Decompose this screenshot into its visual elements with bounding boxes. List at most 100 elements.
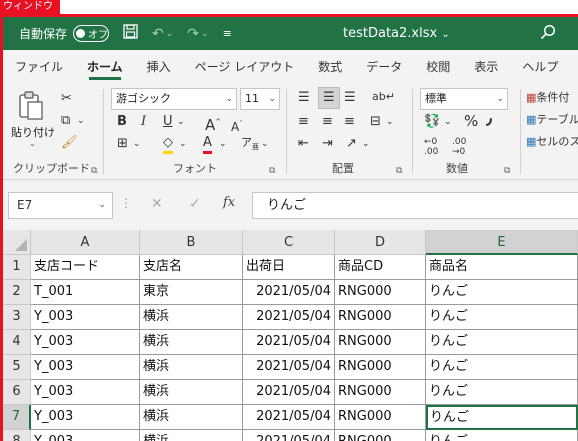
tab-view[interactable]: 表示 <box>462 50 510 85</box>
column-header-a[interactable]: A <box>31 230 140 255</box>
clipboard-launcher-icon[interactable]: ⧉ <box>91 166 97 176</box>
row-header[interactable]: 4 <box>3 330 31 355</box>
table-cell[interactable]: 2021/05/04 <box>243 305 335 330</box>
file-name[interactable]: testData2.xlsx ⌄ <box>343 26 450 41</box>
italic-icon[interactable]: I <box>141 114 146 130</box>
table-cell[interactable]: 商品CD <box>335 255 426 280</box>
table-cell[interactable]: 東京 <box>140 280 243 305</box>
font-color-dropdown-icon[interactable]: ⌄ <box>219 136 227 152</box>
underline-icon[interactable]: U <box>163 114 173 130</box>
paste-icon[interactable] <box>17 91 45 126</box>
number-launcher-icon[interactable]: ⧉ <box>504 166 510 176</box>
row-header[interactable]: 3 <box>3 305 31 330</box>
search-icon[interactable] <box>540 24 556 44</box>
align-center-icon[interactable]: ≡ <box>322 114 333 130</box>
redo-dropdown-icon[interactable]: ⌄ <box>201 29 209 39</box>
undo-icon[interactable]: ↶ <box>152 26 164 42</box>
tab-formulas[interactable]: 数式 <box>306 50 354 85</box>
copy-icon[interactable]: ⧉ <box>61 113 70 129</box>
table-cell[interactable]: りんご <box>426 305 578 330</box>
table-cell[interactable]: 商品名 <box>426 255 578 280</box>
column-header-e[interactable]: E <box>426 230 578 255</box>
align-top-icon[interactable]: ☰ <box>298 90 310 106</box>
table-cell[interactable]: 2021/05/04 <box>243 280 335 305</box>
undo-dropdown-icon[interactable]: ⌄ <box>166 29 174 39</box>
font-color-icon[interactable]: A <box>203 135 212 154</box>
tab-review[interactable]: 校閲 <box>414 50 462 85</box>
cancel-icon[interactable]: ✕ <box>151 196 163 212</box>
table-cell[interactable]: RNG000 <box>335 330 426 355</box>
orientation-icon[interactable]: ↗ <box>346 136 357 152</box>
table-cell[interactable]: Y_003 <box>31 380 140 405</box>
table-cell[interactable]: りんご <box>426 280 578 305</box>
table-cell[interactable]: 支店名 <box>140 255 243 280</box>
orientation-dropdown-icon[interactable]: ⌄ <box>362 136 370 152</box>
table-cell[interactable]: 横浜 <box>140 405 243 430</box>
table-cell[interactable]: Y_003 <box>31 305 140 330</box>
number-format-select[interactable]: 標準 ⌄ <box>420 88 508 110</box>
active-cell[interactable]: りんご <box>426 405 578 430</box>
phonetic-guide-icon[interactable]: ア亜 <box>241 135 259 155</box>
wrap-text-icon[interactable]: ab↵ <box>372 89 395 105</box>
font-shrink-icon[interactable]: Aˇ <box>231 116 243 135</box>
table-cell[interactable]: RNG000 <box>335 380 426 405</box>
table-cell[interactable]: RNG000 <box>335 405 426 430</box>
table-cell[interactable]: 2021/05/04 <box>243 330 335 355</box>
tab-file[interactable]: ファイル <box>3 50 75 85</box>
table-cell[interactable]: Y_003 <box>31 355 140 380</box>
alignment-launcher-icon[interactable]: ⧉ <box>396 166 402 176</box>
table-cell[interactable]: 2021/05/04 <box>243 380 335 405</box>
font-grow-icon[interactable]: A^ <box>205 114 221 133</box>
decrease-indent-icon[interactable]: ⇤ <box>298 136 309 152</box>
formula-bar-grip-icon[interactable]: ⋮ <box>120 196 132 210</box>
customize-quick-access-icon[interactable]: ≡ <box>223 27 232 40</box>
table-cell[interactable]: 支店コード <box>31 255 140 280</box>
name-box[interactable]: E7 ⌄ <box>8 192 113 219</box>
table-cell[interactable]: Y_003 <box>31 405 140 430</box>
increase-decimal-icon[interactable]: ←0.00 <box>424 137 438 157</box>
table-cell[interactable]: T_001 <box>31 280 140 305</box>
worksheet-grid[interactable]: A B C D E 1 支店コード 支店名 出荷日 商品CD 商品名 2 T_001 東京 202… <box>3 230 578 441</box>
merge-dropdown-icon[interactable]: ⌄ <box>386 114 394 130</box>
table-cell[interactable]: 横浜 <box>140 330 243 355</box>
tab-page-layout[interactable]: ページ レイアウト <box>183 50 307 85</box>
cut-icon[interactable]: ✂ <box>61 91 72 107</box>
column-header-b[interactable]: B <box>140 230 243 255</box>
table-cell[interactable]: 2021/05/04 <box>243 355 335 380</box>
increase-indent-icon[interactable]: ⇥ <box>322 136 333 152</box>
table-cell[interactable]: Y_003 <box>31 430 140 441</box>
paste-dropdown-icon[interactable]: ⌄ <box>29 139 36 148</box>
phonetic-dropdown-icon[interactable]: ⌄ <box>261 136 269 152</box>
table-cell[interactable]: 横浜 <box>140 430 243 441</box>
row-header[interactable]: 7 <box>3 405 31 430</box>
table-cell[interactable]: RNG000 <box>335 355 426 380</box>
table-cell[interactable]: 横浜 <box>140 305 243 330</box>
merge-center-icon[interactable]: ⊟ <box>370 114 381 130</box>
tab-home[interactable]: ホーム <box>75 50 135 85</box>
table-cell[interactable]: りんご <box>426 380 578 405</box>
accounting-dropdown-icon[interactable]: ⌄ <box>444 114 452 130</box>
formula-input[interactable]: りんご <box>252 192 578 219</box>
fill-color-dropdown-icon[interactable]: ⌄ <box>179 136 187 152</box>
bold-icon[interactable]: B <box>117 114 127 130</box>
decrease-decimal-icon[interactable]: .00 →0 <box>452 137 466 157</box>
font-launcher-icon[interactable]: ⧉ <box>269 166 275 176</box>
format-painter-icon[interactable]: 🖌 <box>61 135 78 151</box>
autosave-toggle[interactable]: オフ <box>73 25 110 42</box>
align-middle-icon[interactable]: ☰ <box>318 87 340 109</box>
tab-help[interactable]: ヘルプ <box>510 50 570 85</box>
conditional-formatting-button[interactable]: ▦条件付 <box>526 90 569 106</box>
font-size-select[interactable]: 11 ⌄ <box>240 88 280 110</box>
row-header[interactable]: 5 <box>3 355 31 380</box>
percent-style-icon[interactable]: % <box>464 113 478 129</box>
align-left-icon[interactable]: ≡ <box>298 114 309 130</box>
table-cell[interactable]: RNG000 <box>335 280 426 305</box>
table-cell[interactable]: Y_003 <box>31 330 140 355</box>
table-cell[interactable]: 横浜 <box>140 380 243 405</box>
table-cell[interactable]: りんご <box>426 430 578 441</box>
row-header[interactable]: 6 <box>3 380 31 405</box>
row-header[interactable]: 2 <box>3 280 31 305</box>
table-cell[interactable]: RNG000 <box>335 305 426 330</box>
comma-style-icon[interactable]: ٫ <box>486 111 492 128</box>
borders-dropdown-icon[interactable]: ⌄ <box>133 136 141 152</box>
